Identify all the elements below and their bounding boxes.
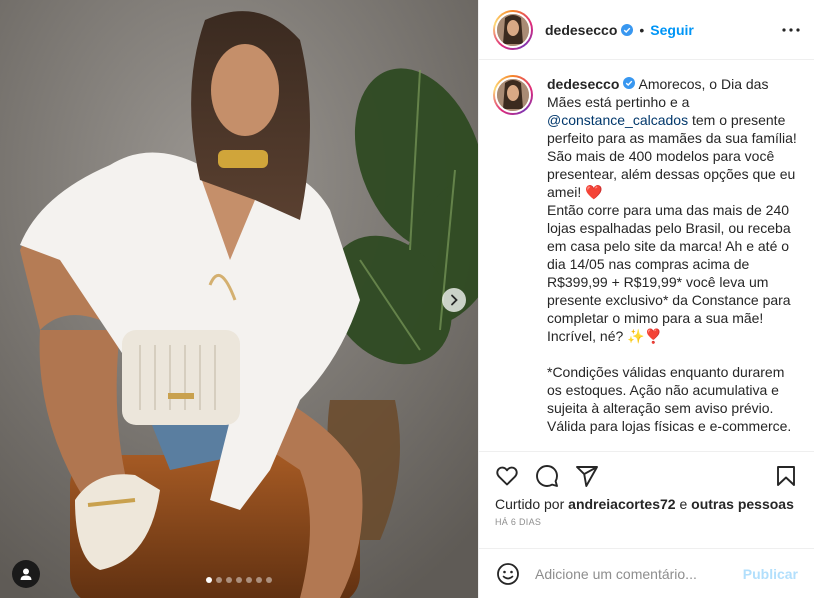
bookmark-icon	[777, 466, 795, 486]
caption-text-part2: tem o presente perfeito para as mamães d…	[547, 112, 797, 434]
follow-button[interactable]: Seguir	[650, 22, 694, 38]
caption-mention-link[interactable]: @constance_calcados	[547, 112, 688, 128]
carousel-dot	[236, 577, 242, 583]
carousel-dot	[266, 577, 272, 583]
more-options-icon	[782, 27, 800, 32]
chevron-right-icon	[451, 294, 458, 306]
avatar-image	[497, 79, 529, 111]
verified-badge-icon	[623, 77, 636, 89]
avatar[interactable]	[493, 9, 533, 50]
emoji-icon	[497, 562, 519, 585]
share-icon	[576, 466, 598, 487]
comment-icon	[536, 465, 558, 487]
comments-section[interactable]: dedesecco Amorecos, o Dia das Mães está …	[479, 61, 814, 452]
user-tags-button[interactable]	[12, 560, 40, 588]
post-actions	[479, 460, 814, 492]
more-options-button[interactable]	[782, 27, 800, 32]
publish-button[interactable]: Publicar	[743, 566, 798, 582]
add-comment-bar: Publicar	[479, 548, 814, 598]
carousel-dot	[216, 577, 222, 583]
likes-prefix: Curtido por	[495, 496, 569, 512]
verified-badge-icon	[621, 23, 634, 36]
comment-button[interactable]	[531, 460, 563, 492]
post-author-username[interactable]: dedesecco	[545, 22, 617, 38]
emoji-button[interactable]	[495, 561, 521, 587]
post-details: dedesecco • Seguir dedesecco Amorecos, o…	[478, 0, 814, 598]
share-button[interactable]	[571, 460, 603, 492]
carousel-dot	[206, 577, 212, 583]
post-image	[0, 0, 478, 598]
post-header: dedesecco • Seguir	[479, 0, 814, 60]
carousel-dot	[226, 577, 232, 583]
likes-summary: Curtido por andreiacortes72 e outras pes…	[495, 496, 794, 512]
carousel-next-button[interactable]	[442, 288, 466, 312]
post-caption: dedesecco Amorecos, o Dia das Mães está …	[547, 75, 797, 451]
post-timestamp[interactable]: HÁ 6 DIAS	[495, 517, 541, 527]
carousel-dot	[256, 577, 262, 583]
heart-icon	[496, 466, 518, 486]
caption-username[interactable]: dedesecco	[547, 76, 619, 92]
caption-avatar[interactable]	[493, 75, 533, 115]
likes-middle: e	[675, 496, 692, 512]
avatar-image	[497, 13, 529, 46]
save-button[interactable]	[770, 460, 802, 492]
comment-input[interactable]	[535, 565, 735, 582]
separator-dot: •	[639, 21, 645, 38]
carousel-indicator	[0, 577, 478, 583]
post-photo[interactable]	[0, 0, 478, 598]
liked-by-others-link[interactable]: outras pessoas	[691, 496, 794, 512]
liked-by-user-link[interactable]: andreiacortes72	[568, 496, 675, 512]
carousel-dot	[246, 577, 252, 583]
like-button[interactable]	[491, 460, 523, 492]
